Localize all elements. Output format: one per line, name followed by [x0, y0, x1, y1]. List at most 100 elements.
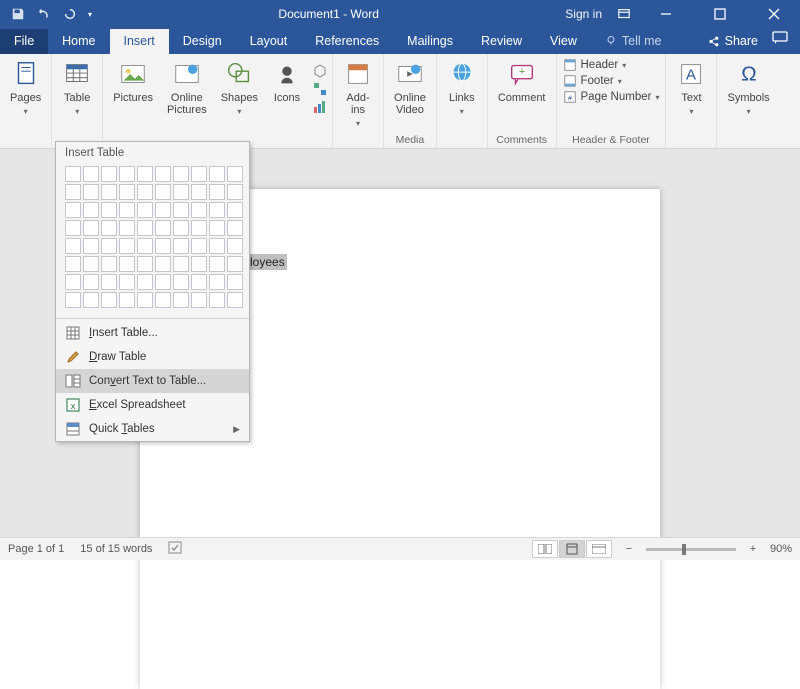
table-size-grid[interactable] [56, 164, 249, 316]
grid-cell[interactable] [227, 274, 243, 290]
zoom-slider[interactable] [646, 548, 736, 551]
grid-cell[interactable] [119, 238, 135, 254]
proofing-icon[interactable] [168, 541, 184, 558]
tab-mailings[interactable]: Mailings [393, 29, 467, 54]
grid-cell[interactable] [173, 202, 189, 218]
zoom-out-button[interactable]: − [622, 543, 636, 555]
tab-layout[interactable]: Layout [236, 29, 302, 54]
redo-icon[interactable] [62, 6, 78, 22]
grid-cell[interactable] [173, 220, 189, 236]
grid-cell[interactable] [227, 166, 243, 182]
grid-cell[interactable] [227, 184, 243, 200]
grid-cell[interactable] [65, 238, 81, 254]
menu-convert-text[interactable]: Convert Text to Table... [56, 369, 249, 393]
menu-insert-table[interactable]: Insert Table... [56, 321, 249, 345]
grid-cell[interactable] [119, 202, 135, 218]
pagenumber-button[interactable]: #Page Number▾ [563, 89, 660, 105]
grid-cell[interactable] [119, 220, 135, 236]
grid-cell[interactable] [83, 220, 99, 236]
grid-cell[interactable] [137, 292, 153, 308]
tab-insert[interactable]: Insert [110, 29, 169, 54]
status-words[interactable]: 15 of 15 words [80, 543, 152, 555]
grid-cell[interactable] [227, 238, 243, 254]
grid-cell[interactable] [191, 256, 207, 272]
comment-button[interactable]: + Comment [494, 57, 550, 106]
shapes-button[interactable]: Shapes▾ [217, 57, 262, 118]
tab-references[interactable]: References [301, 29, 393, 54]
grid-cell[interactable] [155, 238, 171, 254]
grid-cell[interactable] [173, 184, 189, 200]
links-button[interactable]: Links▾ [443, 57, 481, 118]
grid-cell[interactable] [191, 166, 207, 182]
grid-cell[interactable] [65, 166, 81, 182]
grid-cell[interactable] [101, 220, 117, 236]
menu-draw-table[interactable]: Draw Table [56, 345, 249, 369]
smartart-icon[interactable] [312, 81, 326, 95]
pages-button[interactable]: Pages▾ [6, 57, 45, 118]
grid-cell[interactable] [173, 166, 189, 182]
grid-cell[interactable] [83, 274, 99, 290]
grid-cell[interactable] [209, 166, 225, 182]
grid-cell[interactable] [227, 292, 243, 308]
grid-cell[interactable] [119, 184, 135, 200]
header-button[interactable]: Header▾ [563, 57, 660, 73]
grid-cell[interactable] [191, 292, 207, 308]
addins-button[interactable]: Add- ins▾ [339, 57, 377, 130]
tab-review[interactable]: Review [467, 29, 536, 54]
grid-cell[interactable] [173, 274, 189, 290]
grid-cell[interactable] [137, 238, 153, 254]
grid-cell[interactable] [119, 274, 135, 290]
web-layout-button[interactable] [586, 540, 612, 558]
print-layout-button[interactable] [559, 540, 585, 558]
grid-cell[interactable] [227, 202, 243, 218]
grid-cell[interactable] [101, 274, 117, 290]
grid-cell[interactable] [65, 220, 81, 236]
share-button[interactable]: Share [693, 29, 768, 54]
ribbon-display-icon[interactable] [616, 6, 632, 22]
tab-view[interactable]: View [536, 29, 591, 54]
grid-cell[interactable] [209, 184, 225, 200]
chart-icon[interactable] [312, 99, 326, 113]
grid-cell[interactable] [191, 274, 207, 290]
grid-cell[interactable] [83, 238, 99, 254]
menu-quick-tables[interactable]: Quick Tables ▶ [56, 417, 249, 441]
grid-cell[interactable] [83, 184, 99, 200]
grid-cell[interactable] [137, 166, 153, 182]
grid-cell[interactable] [155, 274, 171, 290]
tellme-box[interactable]: Tell me [591, 29, 676, 54]
grid-cell[interactable] [191, 202, 207, 218]
tab-file[interactable]: File [0, 29, 48, 54]
grid-cell[interactable] [65, 292, 81, 308]
grid-cell[interactable] [173, 256, 189, 272]
grid-cell[interactable] [227, 256, 243, 272]
save-icon[interactable] [10, 6, 26, 22]
grid-cell[interactable] [101, 256, 117, 272]
models-icon[interactable] [312, 63, 326, 77]
grid-cell[interactable] [65, 184, 81, 200]
grid-cell[interactable] [227, 220, 243, 236]
grid-cell[interactable] [65, 202, 81, 218]
feedback-button[interactable] [768, 26, 800, 54]
close-button[interactable] [754, 0, 794, 28]
grid-cell[interactable] [155, 166, 171, 182]
tab-design[interactable]: Design [169, 29, 236, 54]
grid-cell[interactable] [155, 256, 171, 272]
online-pictures-button[interactable]: Online Pictures [163, 57, 211, 118]
grid-cell[interactable] [101, 292, 117, 308]
tab-home[interactable]: Home [48, 29, 109, 54]
grid-cell[interactable] [65, 256, 81, 272]
zoom-in-button[interactable]: + [746, 543, 760, 555]
grid-cell[interactable] [101, 238, 117, 254]
grid-cell[interactable] [191, 184, 207, 200]
grid-cell[interactable] [191, 220, 207, 236]
grid-cell[interactable] [137, 274, 153, 290]
grid-cell[interactable] [137, 220, 153, 236]
grid-cell[interactable] [209, 238, 225, 254]
read-mode-button[interactable] [532, 540, 558, 558]
minimize-button[interactable] [646, 0, 686, 28]
grid-cell[interactable] [83, 292, 99, 308]
grid-cell[interactable] [137, 256, 153, 272]
grid-cell[interactable] [137, 202, 153, 218]
grid-cell[interactable] [137, 184, 153, 200]
undo-icon[interactable] [36, 6, 52, 22]
